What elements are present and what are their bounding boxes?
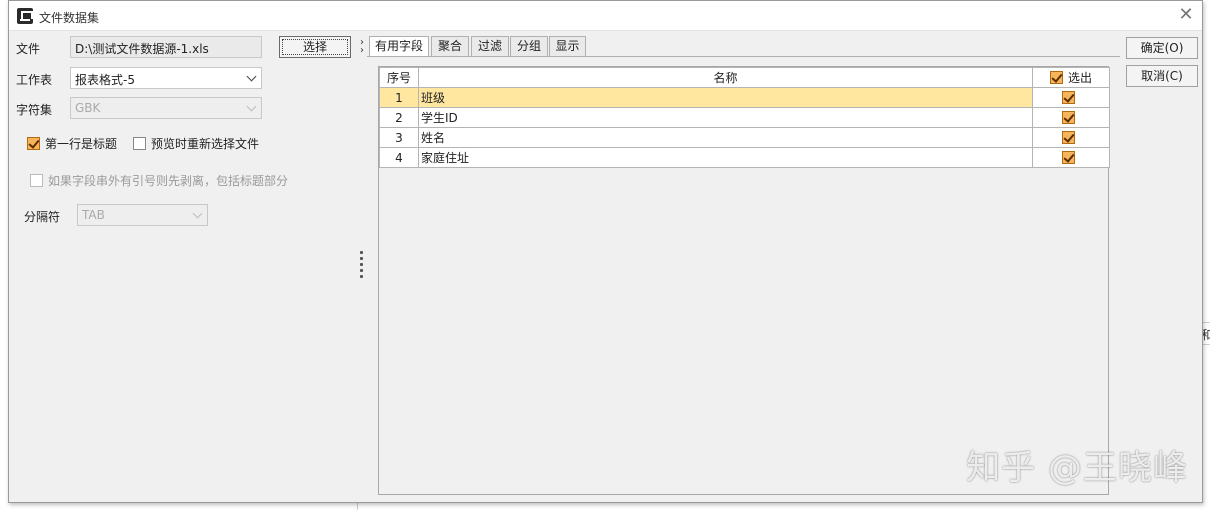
column-header-index[interactable]: 序号 bbox=[379, 67, 419, 88]
tab-divider bbox=[367, 56, 1120, 57]
chevron-down-icon bbox=[192, 208, 203, 219]
separator-select[interactable]: TAB bbox=[77, 204, 208, 226]
table-row[interactable]: 1 班级 bbox=[379, 87, 1110, 108]
choose-file-button[interactable]: 选择 bbox=[279, 36, 351, 58]
first-row-title-checkbox[interactable]: 第一行是标题 bbox=[27, 135, 117, 152]
sheet-label: 工作表 bbox=[16, 73, 53, 87]
row-name[interactable]: 学生ID bbox=[418, 107, 1033, 128]
row-select-cell bbox=[1032, 147, 1110, 168]
row-select-cell bbox=[1032, 107, 1110, 128]
table-row[interactable]: 4 家庭住址 bbox=[379, 147, 1110, 168]
charset-label: 字符集 bbox=[16, 103, 53, 117]
first-row-title-label: 第一行是标题 bbox=[45, 137, 118, 151]
title-bar[interactable]: 文件数据集 ✕ bbox=[9, 1, 1202, 31]
tab-display[interactable]: 显示 bbox=[549, 36, 586, 56]
row-select-checkbox[interactable] bbox=[1062, 111, 1075, 124]
row-select-cell bbox=[1032, 87, 1110, 108]
checkbox-unchecked-icon bbox=[133, 137, 146, 150]
select-all-checkbox[interactable] bbox=[1049, 70, 1063, 84]
checkbox-checked-icon bbox=[27, 137, 40, 150]
table-header-row: 序号 名称 选出 bbox=[379, 67, 1110, 88]
separator-select-value: TAB bbox=[82, 208, 105, 222]
fields-table: 序号 名称 选出 1 班级 2 学生ID 3 姓名 4 家庭住址 bbox=[379, 67, 1110, 168]
collapse-arrows-icon[interactable]: › › bbox=[360, 38, 364, 56]
dialog-title: 文件数据集 bbox=[39, 11, 100, 25]
close-icon[interactable]: ✕ bbox=[1174, 5, 1198, 27]
background-divider bbox=[1202, 322, 1210, 323]
splitter-handle[interactable] bbox=[360, 251, 364, 281]
file-dataset-dialog: 文件数据集 ✕ 文件 D:\测试文件数据源-1.xls 选择 工作表 报表格式-… bbox=[8, 0, 1203, 503]
strip-quotes-checkbox[interactable]: 如果字段串外有引号则先剥离，包括标题部分 bbox=[30, 172, 288, 189]
row-index: 3 bbox=[379, 127, 419, 148]
row-name[interactable]: 姓名 bbox=[418, 127, 1033, 148]
row-index: 2 bbox=[379, 107, 419, 128]
ok-button[interactable]: 确定(O) bbox=[1126, 37, 1198, 59]
row-select-checkbox[interactable] bbox=[1062, 91, 1075, 104]
row-index: 4 bbox=[379, 147, 419, 168]
table-row[interactable]: 3 姓名 bbox=[379, 127, 1110, 148]
separator-label: 分隔符 bbox=[24, 210, 61, 224]
watermark-text: 知乎 @王晓峰 bbox=[966, 448, 1188, 488]
checkbox-unchecked-icon bbox=[30, 174, 43, 187]
file-label: 文件 bbox=[16, 42, 41, 56]
row-select-checkbox[interactable] bbox=[1062, 131, 1075, 144]
chevron-down-icon bbox=[246, 71, 257, 82]
tab-filter[interactable]: 过滤 bbox=[471, 36, 509, 56]
row-select-cell bbox=[1032, 127, 1110, 148]
strip-quotes-label: 如果字段串外有引号则先剥离，包括标题部分 bbox=[48, 174, 289, 188]
fields-table-panel: 序号 名称 选出 1 班级 2 学生ID 3 姓名 4 家庭住址 bbox=[378, 66, 1110, 495]
column-header-name[interactable]: 名称 bbox=[418, 67, 1033, 88]
app-icon bbox=[17, 8, 33, 24]
file-path-field[interactable]: D:\测试文件数据源-1.xls bbox=[70, 36, 262, 58]
reselect-on-preview-label: 预览时重新选择文件 bbox=[151, 137, 260, 151]
table-row[interactable]: 2 学生ID bbox=[379, 107, 1110, 128]
row-index: 1 bbox=[379, 87, 419, 108]
charset-select-value: GBK bbox=[75, 101, 101, 115]
row-name[interactable]: 班级 bbox=[418, 87, 1033, 108]
column-header-select-label: 选出 bbox=[1067, 70, 1092, 85]
tab-useful-fields[interactable]: 有用字段 bbox=[369, 36, 429, 57]
reselect-on-preview-checkbox[interactable]: 预览时重新选择文件 bbox=[133, 135, 259, 152]
row-name[interactable]: 家庭住址 bbox=[418, 147, 1033, 168]
row-select-checkbox[interactable] bbox=[1062, 151, 1075, 164]
tab-group[interactable]: 分组 bbox=[510, 36, 548, 56]
cancel-button[interactable]: 取消(C) bbox=[1126, 65, 1198, 87]
background-divider bbox=[1202, 344, 1210, 345]
column-header-select[interactable]: 选出 bbox=[1032, 67, 1110, 88]
tab-aggregate[interactable]: 聚合 bbox=[431, 36, 469, 56]
sheet-select-value: 报表格式-5 bbox=[75, 73, 135, 87]
sheet-select[interactable]: 报表格式-5 bbox=[70, 67, 262, 89]
charset-select[interactable]: GBK bbox=[70, 97, 262, 119]
chevron-down-icon bbox=[246, 101, 257, 112]
